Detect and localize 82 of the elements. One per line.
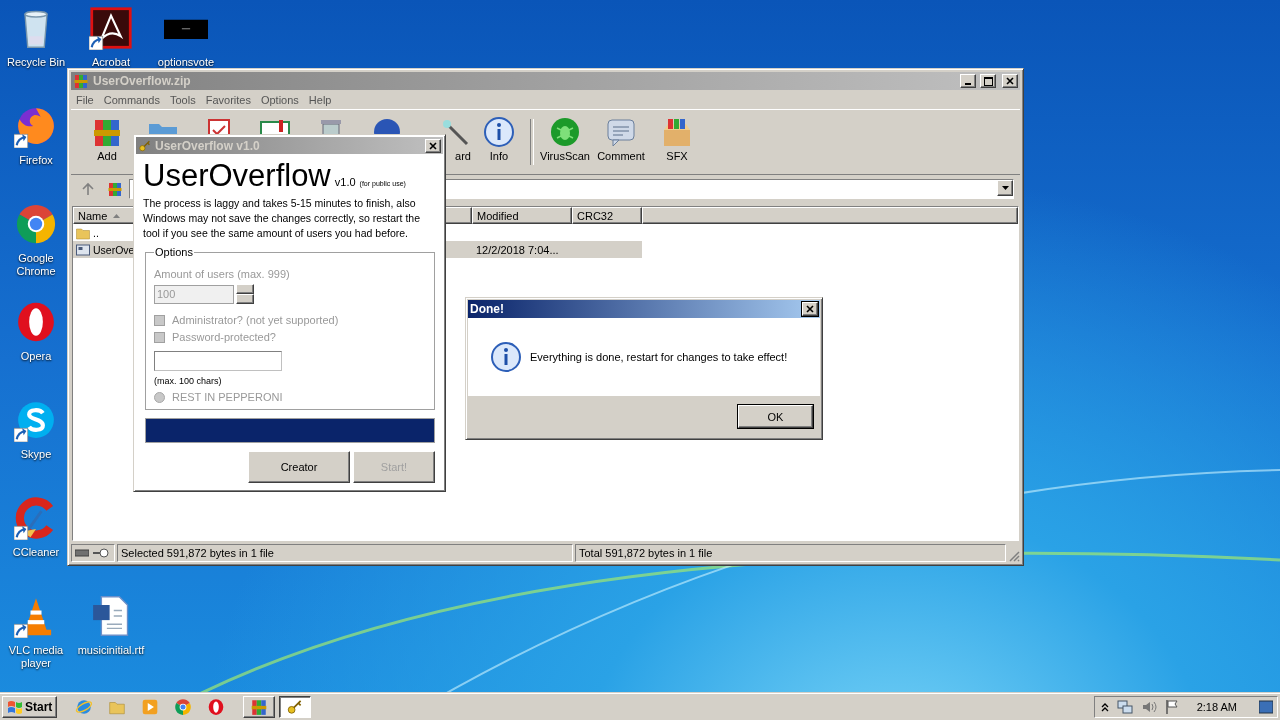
toolbar-button[interactable]: SFX xyxy=(649,116,705,168)
close-icon xyxy=(1006,77,1014,85)
description-text: The process is laggy and takes 5-15 minutes to finish, also Windows may not save the changes correctly, so restart the tool if you see the same amount of users you had before. xyxy=(143,196,421,241)
checkbox-label: Administrator? (not yet supported) xyxy=(172,314,339,326)
checkbox-label: Password-protected? xyxy=(172,331,276,343)
toolbar-button[interactable]: Info xyxy=(471,116,527,168)
books-stack-icon xyxy=(250,697,269,716)
info-icon xyxy=(483,116,515,148)
menu-item[interactable]: Tools xyxy=(165,93,201,106)
icon-label[interactable]: CCleaner xyxy=(12,546,60,559)
menu-item[interactable]: File xyxy=(71,93,99,106)
dropdown-button[interactable] xyxy=(997,180,1013,196)
icon-label[interactable]: Google Chrome xyxy=(5,252,67,278)
password-field[interactable] xyxy=(154,351,282,371)
ok-button[interactable]: OK xyxy=(738,405,813,428)
show-desktop-icon[interactable] xyxy=(1259,699,1273,714)
radio-label: REST IN PEPPERONI xyxy=(172,391,283,403)
group-label: Options xyxy=(154,246,194,258)
pdf-app-icon[interactable] xyxy=(89,6,133,50)
taskbar-button[interactable] xyxy=(279,695,312,718)
opera-icon[interactable] xyxy=(207,697,226,716)
maximize-button[interactable] xyxy=(980,74,996,88)
window-title: Done! xyxy=(470,302,505,316)
bug-icon xyxy=(549,116,581,148)
up-arrow-icon[interactable] xyxy=(81,182,95,196)
menu-item[interactable]: Favorites xyxy=(200,93,256,106)
close-button[interactable] xyxy=(425,138,441,153)
close-button[interactable] xyxy=(802,302,818,316)
toolbar-button[interactable]: Comment xyxy=(593,116,649,168)
icon-label[interactable]: Acrobat xyxy=(92,56,130,69)
table-cell-text: 12/2/2018 7:04... xyxy=(475,242,560,258)
version-label: v1.0 xyxy=(334,176,356,188)
icon-label[interactable]: Skype xyxy=(20,448,52,461)
chevron-up-icon[interactable] xyxy=(1100,701,1109,712)
icon-label[interactable]: Recycle Bin xyxy=(6,56,66,69)
chrome-icon[interactable] xyxy=(174,697,193,716)
icon-label[interactable]: Firefox xyxy=(19,154,53,167)
key-icon xyxy=(138,138,152,153)
toolbar-button[interactable]: Add xyxy=(79,116,135,168)
column-header[interactable]: CRC32 xyxy=(572,207,642,224)
network-icon[interactable] xyxy=(1116,698,1133,715)
key-icon xyxy=(93,548,109,558)
column-header[interactable]: Modified xyxy=(472,207,572,224)
archive-file-icon xyxy=(75,241,91,258)
close-icon xyxy=(429,141,437,150)
icon-label[interactable]: optionsvote xyxy=(157,56,215,69)
message-text: Everything is done, restart for changes to take effect! xyxy=(530,351,788,363)
info-icon xyxy=(490,341,522,373)
chrome-icon[interactable] xyxy=(14,202,58,246)
menu-item[interactable]: Options xyxy=(255,93,304,106)
icon-label[interactable]: VLC media player xyxy=(5,644,67,670)
window-title: UserOverflow.zip xyxy=(93,74,192,88)
status-text: Selected 591,872 bytes in 1 file xyxy=(117,544,573,562)
box-icon xyxy=(661,116,693,148)
field-label: Amount of users (max. 999) xyxy=(154,268,290,280)
speech-bubble-icon xyxy=(605,116,637,148)
icon-label[interactable]: musicinitial.rtf xyxy=(77,644,145,657)
spin-down-button[interactable] xyxy=(236,294,254,304)
icon-label[interactable]: Opera xyxy=(20,350,52,363)
sort-arrow-icon xyxy=(113,213,121,218)
start-button[interactable]: Start xyxy=(2,695,58,718)
menu-item[interactable]: Commands xyxy=(98,93,165,106)
caret-icon xyxy=(1001,186,1009,190)
close-button[interactable] xyxy=(1002,74,1018,88)
books-stack-icon xyxy=(73,73,89,89)
maximize-icon xyxy=(983,76,993,86)
window-title: UserOverflow v1.0 xyxy=(155,138,261,153)
windows-logo-icon xyxy=(7,699,23,714)
minimize-button[interactable] xyxy=(960,74,976,88)
drive-icon xyxy=(75,549,89,557)
menu-item[interactable]: Help xyxy=(303,93,337,106)
spin-up-button[interactable] xyxy=(236,284,254,294)
toolbar-button[interactable]: VirusScan xyxy=(537,116,593,168)
resize-grip-icon xyxy=(1008,550,1020,562)
app-heading: UserOverflow xyxy=(143,158,331,194)
books-stack-icon xyxy=(107,181,123,197)
hint-text: (max. 100 chars) xyxy=(154,376,222,386)
flag-icon[interactable] xyxy=(1164,698,1179,715)
creator-button[interactable]: Creator xyxy=(248,451,350,483)
status-text: Total 591,872 bytes in 1 file xyxy=(575,544,1006,562)
close-icon xyxy=(806,305,814,313)
clock-time: 2:18 AM xyxy=(1196,700,1237,713)
